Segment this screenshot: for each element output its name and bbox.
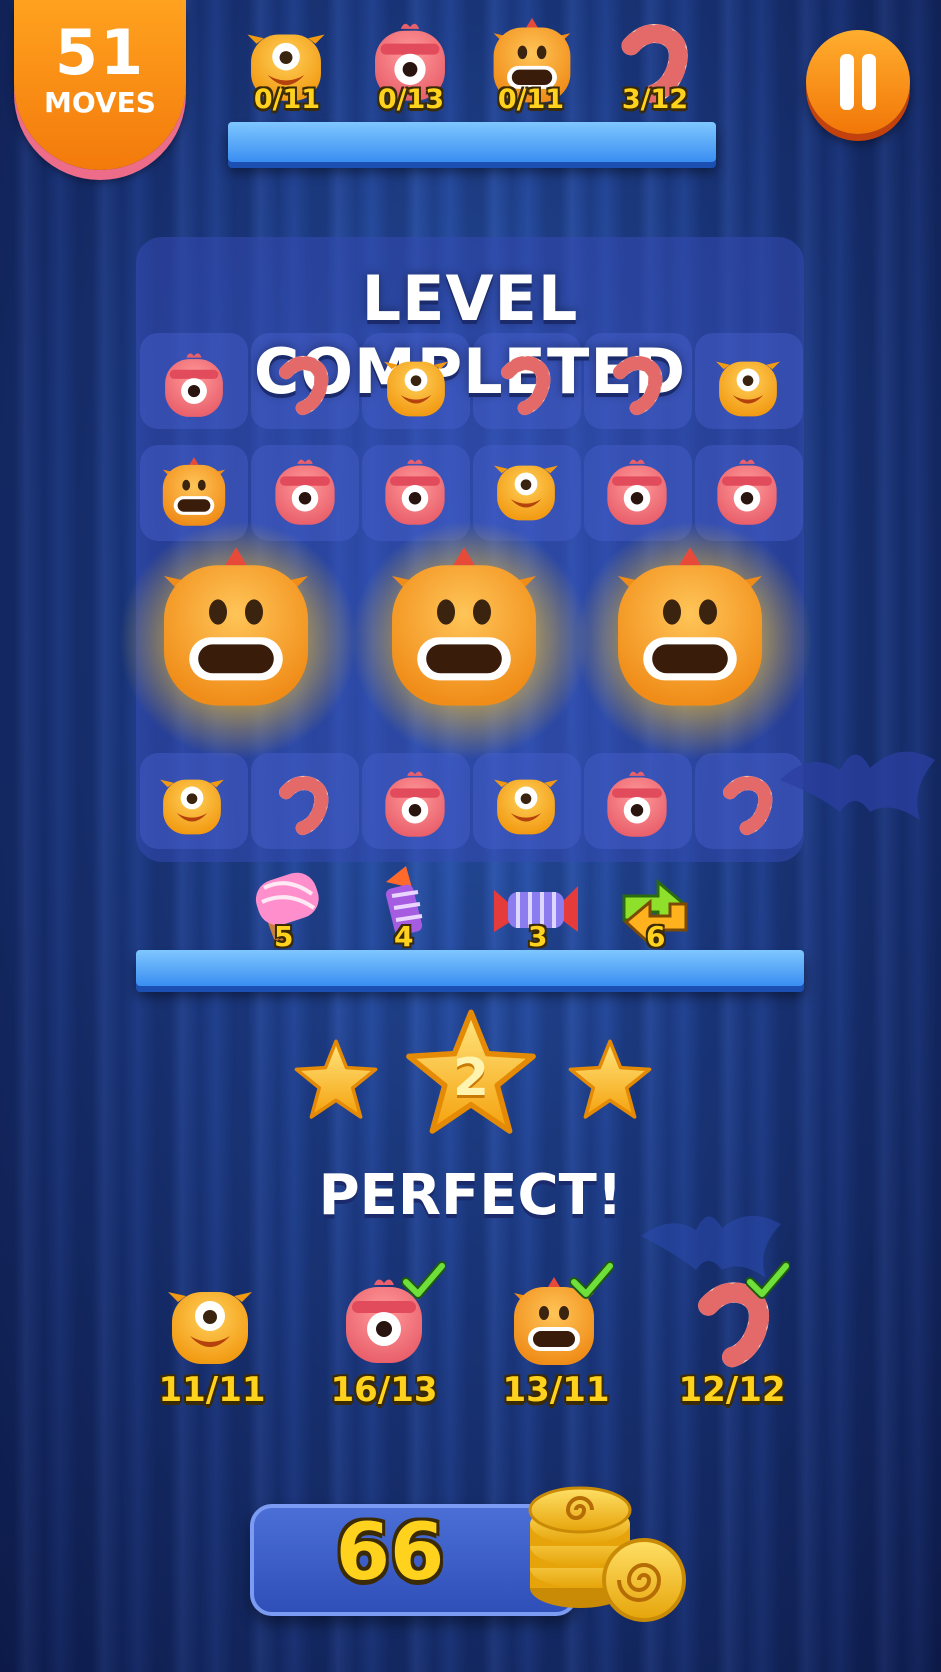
goal-results: 11/11 16/13 13/11 12/12 bbox=[0, 1260, 941, 1420]
board-piece-yellow-monster[interactable] bbox=[710, 348, 786, 424]
goal-count-worm: 3/12 bbox=[621, 84, 689, 115]
board-piece-candy-worm[interactable] bbox=[494, 350, 558, 420]
star-icon-left bbox=[292, 1036, 380, 1124]
booster-count-hammer: 5 bbox=[274, 920, 294, 953]
board-piece-pink-monster[interactable] bbox=[376, 452, 454, 532]
coin-value: 66 bbox=[335, 1508, 445, 1598]
goal-count-pink: 0/13 bbox=[377, 84, 445, 115]
yellow-cyclops-monster-icon bbox=[160, 1274, 260, 1374]
result-count-worm: 12/12 bbox=[678, 1370, 786, 1410]
board-piece-pink-monster[interactable] bbox=[708, 452, 786, 532]
booster-count-shuffle: 6 bbox=[646, 920, 666, 953]
boosters-bar: 5 4 3 6 bbox=[0, 860, 941, 960]
check-icon bbox=[570, 1260, 614, 1300]
board-piece-candy-worm[interactable] bbox=[272, 770, 336, 840]
board-piece-pink-monster[interactable] bbox=[598, 764, 676, 844]
goal-count-orange: 0/11 bbox=[497, 84, 565, 115]
bat-silhouette-icon bbox=[780, 751, 935, 820]
board-piece-yellow-monster[interactable] bbox=[488, 452, 564, 528]
matched-orange-monster bbox=[374, 540, 554, 720]
board-piece-yellow-monster[interactable] bbox=[378, 348, 454, 424]
result-message: PERFECT! bbox=[318, 1163, 623, 1228]
board-piece-pink-monster[interactable] bbox=[376, 764, 454, 844]
coin-stack-icon bbox=[528, 1486, 686, 1622]
board-piece-pink-monster[interactable] bbox=[156, 346, 232, 424]
goal-count-yellow: 0/11 bbox=[253, 84, 321, 115]
star-icon-right bbox=[566, 1036, 654, 1124]
booster-count-candy-bomb: 3 bbox=[528, 920, 548, 953]
check-icon bbox=[402, 1260, 446, 1300]
result-count-orange: 13/11 bbox=[502, 1370, 610, 1410]
check-icon bbox=[746, 1260, 790, 1300]
board-piece-pink-monster[interactable] bbox=[266, 452, 344, 532]
board-piece-candy-worm[interactable] bbox=[272, 350, 336, 420]
result-count-yellow: 11/11 bbox=[158, 1370, 266, 1410]
board-piece-candy-worm[interactable] bbox=[606, 350, 670, 420]
goals-shelf bbox=[228, 122, 716, 162]
matched-orange-monster bbox=[600, 540, 780, 720]
board-piece-yellow-monster[interactable] bbox=[154, 766, 230, 842]
result-count-pink: 16/13 bbox=[330, 1370, 438, 1410]
stars-earned-value: 2 bbox=[452, 1048, 490, 1108]
boosters-shelf bbox=[136, 950, 804, 986]
matched-orange-monster bbox=[146, 540, 326, 720]
game-screen: 51 MOVES 0/11 0/13 0/11 3/12 LEVEL COMPL… bbox=[0, 0, 941, 1672]
board-piece-yellow-monster[interactable] bbox=[488, 766, 564, 842]
level-completed-title: LEVEL COMPLETED bbox=[253, 262, 687, 408]
board-piece-pink-monster[interactable] bbox=[598, 452, 676, 532]
booster-count-firework: 4 bbox=[394, 920, 414, 953]
